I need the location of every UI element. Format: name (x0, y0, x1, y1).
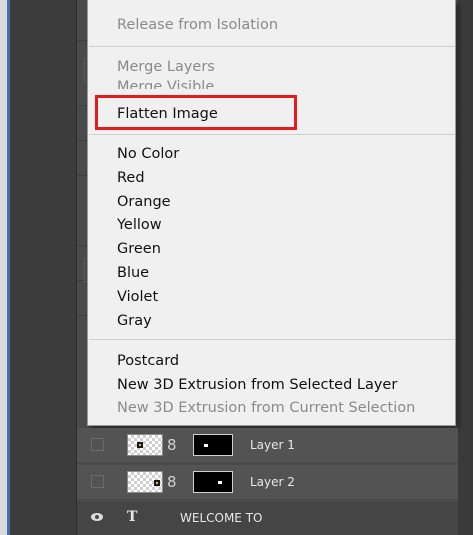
link-chain-icon[interactable]: 8 (167, 435, 181, 455)
layer-name: Layer 2 (250, 475, 295, 489)
menu-separator (89, 46, 455, 47)
layer-thumbnail (127, 471, 163, 493)
layer-name: WELCOME TO (180, 511, 263, 525)
layer-mask-thumbnail (193, 471, 233, 493)
menu-item-3d-extrusion-selected-layer[interactable]: New 3D Extrusion from Selected Layer (117, 375, 397, 395)
menu-item-no-color[interactable]: No Color (117, 144, 179, 164)
visibility-toggle[interactable] (91, 438, 104, 451)
text-layer-icon: T (127, 509, 138, 525)
panel-scrollbar[interactable] (458, 0, 473, 535)
menu-item-violet[interactable]: Violet (117, 287, 158, 307)
menu-separator (89, 339, 455, 340)
layer-context-menu: Release from Isolation Merge Layers Merg… (87, 0, 456, 426)
eye-icon[interactable] (91, 513, 103, 521)
layer-name: Layer 1 (250, 438, 295, 452)
menu-item-release-from-isolation[interactable]: Release from Isolation (117, 15, 278, 35)
menu-item-yellow[interactable]: Yellow (117, 215, 162, 235)
layer-mask-thumbnail (193, 434, 233, 456)
menu-item-orange[interactable]: Orange (117, 192, 171, 212)
link-chain-icon[interactable]: 8 (167, 472, 181, 492)
layer-row-layer-2[interactable]: 8 Layer 2 (77, 465, 458, 499)
layer-row-welcome-to[interactable]: T WELCOME TO (77, 502, 458, 535)
annotation-highlight-box (95, 95, 297, 130)
menu-item-gray[interactable]: Gray (117, 311, 152, 331)
menu-item-blue[interactable]: Blue (117, 263, 149, 283)
layer-row-layer-1[interactable]: 8 Layer 1 (77, 428, 458, 462)
menu-item-merge-layers[interactable]: Merge Layers (117, 57, 215, 77)
menu-item-postcard[interactable]: Postcard (117, 351, 179, 371)
menu-item-3d-extrusion-current-selection[interactable]: New 3D Extrusion from Current Selection (117, 398, 415, 418)
menu-item-green[interactable]: Green (117, 239, 161, 259)
layer-thumbnail (127, 434, 163, 456)
visibility-toggle[interactable] (91, 475, 104, 488)
panel-side-column (10, 0, 76, 535)
menu-item-red[interactable]: Red (117, 168, 145, 188)
menu-separator (89, 134, 455, 135)
menu-item-merge-visible[interactable]: Merge Visible (117, 77, 214, 89)
